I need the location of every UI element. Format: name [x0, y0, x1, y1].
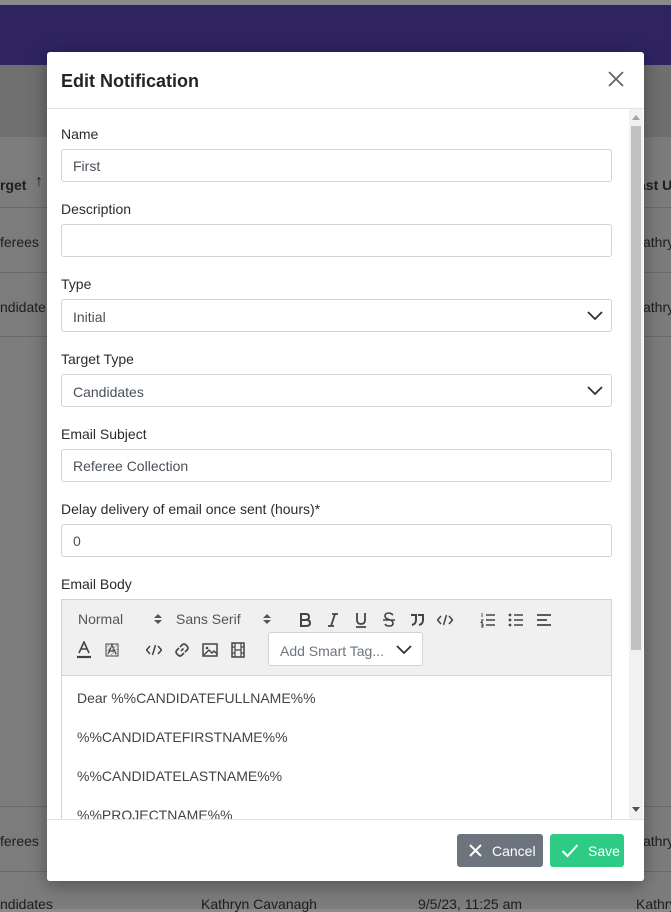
row-last-updated: athry [643, 833, 671, 849]
scroll-up-arrow-icon[interactable] [632, 114, 640, 120]
underline-icon [356, 613, 366, 628]
underline-button[interactable] [351, 611, 371, 629]
description-label: Description [61, 201, 132, 217]
type-select-value: Initial [73, 309, 106, 325]
target-type-label: Target Type [61, 351, 134, 367]
editor-content-area[interactable]: Dear %%CANDIDATEFULLNAME%% %%CANDIDATEFI… [62, 676, 611, 819]
name-label: Name [61, 126, 99, 142]
image-icon [202, 643, 218, 657]
row-last-updated: athry [643, 299, 671, 315]
chevron-down-icon [587, 311, 603, 321]
delay-label: Delay delivery of email once sent (hours… [61, 501, 321, 517]
editor-line: %%CANDIDATELASTNAME%% [77, 768, 283, 784]
smart-tag-select[interactable]: Add Smart Tag... [268, 632, 423, 666]
check-icon [561, 844, 579, 858]
format-select[interactable]: Normal [78, 611, 164, 627]
italic-button[interactable] [323, 611, 343, 629]
save-button[interactable]: Save [550, 834, 624, 867]
cancel-button[interactable]: Cancel [457, 834, 543, 867]
target-type-select-value: Candidates [73, 384, 144, 400]
quote-icon [411, 614, 424, 626]
updown-icon [263, 614, 271, 624]
text-color-icon [77, 641, 91, 659]
modal-header: Edit Notification [47, 52, 644, 109]
background-color-icon [105, 643, 119, 657]
align-left-icon [537, 614, 551, 626]
row-date: 9/5/23, 11:25 am [418, 896, 523, 912]
email-body-editor: Normal Sans Serif Add Smart Tag... Dear … [61, 599, 612, 819]
video-button[interactable] [228, 641, 248, 659]
ordered-list-button[interactable] [478, 611, 498, 629]
edit-notification-modal: Edit Notification Name Description Type … [47, 52, 644, 881]
chevron-down-icon [587, 386, 603, 396]
smart-tag-placeholder: Add Smart Tag... [280, 643, 385, 659]
video-icon [231, 642, 245, 658]
bullet-list-button[interactable] [506, 611, 526, 629]
modal-scrollbar[interactable] [629, 109, 643, 819]
scroll-thumb[interactable] [631, 126, 641, 650]
font-select-value: Sans Serif [176, 611, 241, 627]
ordered-list-icon [480, 613, 495, 628]
row-target: ferees [0, 833, 39, 849]
strikethrough-icon [383, 612, 395, 627]
bold-icon [300, 613, 312, 627]
code-block-button[interactable] [144, 641, 164, 659]
editor-line: %%CANDIDATEFIRSTNAME%% [77, 729, 288, 745]
close-button[interactable] [606, 69, 626, 89]
editor-line: %%PROJECTNAME%% [77, 807, 233, 819]
code-button[interactable] [435, 611, 455, 629]
blockquote-button[interactable] [407, 611, 427, 629]
row-last-updated: athry [643, 234, 671, 250]
font-select[interactable]: Sans Serif [176, 611, 272, 627]
text-color-button[interactable] [74, 641, 94, 659]
delay-hours-input[interactable] [61, 524, 612, 557]
type-label: Type [61, 276, 92, 292]
code-icon [437, 614, 453, 626]
description-input[interactable] [61, 224, 612, 257]
email-subject-input[interactable] [61, 449, 612, 482]
save-label: Save [588, 842, 620, 859]
row-target: ndidates [0, 896, 53, 912]
format-select-value: Normal [78, 611, 124, 627]
close-icon [608, 71, 624, 87]
chevron-down-icon [396, 645, 412, 655]
close-icon [469, 844, 482, 857]
italic-icon [328, 613, 338, 627]
sort-asc-icon[interactable]: ↑ [35, 173, 43, 191]
row-user: Kathryn Cavanagh [201, 896, 317, 912]
bullet-list-icon [508, 613, 523, 627]
scroll-down-arrow-icon[interactable] [632, 807, 640, 813]
row-last-updated: Kathry [636, 896, 671, 912]
strike-button[interactable] [379, 611, 399, 629]
updown-icon [154, 614, 162, 624]
link-icon [175, 643, 189, 657]
email-body-label: Email Body [61, 576, 132, 592]
name-input[interactable] [61, 149, 612, 182]
modal-footer: Cancel Save [47, 819, 644, 881]
row-target: ndidate [0, 299, 46, 315]
modal-title: Edit Notification [61, 71, 199, 91]
row-target: ferees [0, 234, 39, 250]
target-type-select[interactable]: Candidates [61, 374, 612, 407]
link-button[interactable] [172, 641, 192, 659]
cancel-label: Cancel [492, 842, 536, 859]
editor-line: Dear %%CANDIDATEFULLNAME%% [77, 690, 316, 706]
email-subject-label: Email Subject [61, 426, 147, 442]
modal-body: Name Description Type Initial Target Typ… [47, 109, 644, 819]
bold-button[interactable] [295, 611, 315, 629]
align-button[interactable] [534, 611, 554, 629]
column-header-target[interactable]: rget [0, 177, 26, 193]
type-select[interactable]: Initial [61, 299, 612, 332]
image-button[interactable] [200, 641, 220, 659]
background-color-button[interactable] [102, 641, 122, 659]
code-icon [146, 644, 162, 656]
editor-toolbar: Normal Sans Serif Add Smart Tag... [62, 600, 611, 676]
